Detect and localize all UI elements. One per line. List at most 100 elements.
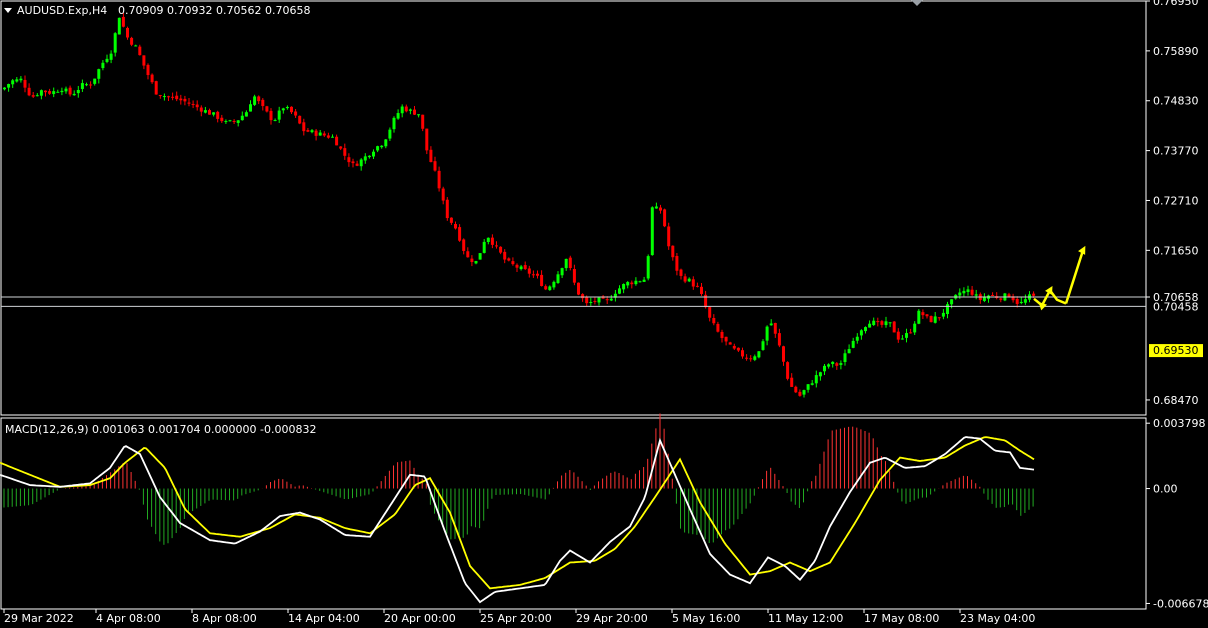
candle[interactable] [777,328,781,348]
candle[interactable] [900,335,904,340]
candle[interactable] [741,347,744,359]
candle[interactable] [23,75,27,93]
candle[interactable] [294,109,298,119]
candle[interactable] [868,320,872,328]
candle[interactable] [359,158,363,171]
candle[interactable] [757,351,761,359]
candle[interactable] [782,345,785,366]
candle[interactable] [618,285,621,295]
candle[interactable] [191,100,195,109]
candle[interactable] [113,32,117,57]
candle[interactable] [35,93,39,97]
candle[interactable] [39,89,43,100]
candle[interactable] [634,277,638,286]
candle[interactable] [667,222,671,250]
candle[interactable] [503,249,507,264]
candle[interactable] [839,360,843,370]
candle[interactable] [216,110,220,123]
candle[interactable] [847,344,851,354]
candle[interactable] [347,153,351,167]
candle[interactable] [531,270,535,278]
candle[interactable] [257,95,261,105]
candle[interactable] [937,317,941,321]
candle[interactable] [322,131,326,137]
candle[interactable] [577,282,580,296]
candle[interactable] [888,322,892,328]
candle[interactable] [642,276,646,282]
candle[interactable] [167,95,170,102]
candle[interactable] [433,156,437,172]
candle[interactable] [85,82,88,87]
candle[interactable] [449,217,453,225]
candle[interactable] [302,118,306,136]
candle[interactable] [265,105,269,113]
candle[interactable] [343,143,347,160]
candle[interactable] [732,343,736,350]
candle[interactable] [3,87,6,91]
candle[interactable] [101,60,105,71]
candle[interactable] [474,260,478,265]
candle[interactable] [572,264,576,286]
candle[interactable] [224,119,228,124]
candle[interactable] [339,146,343,151]
candle[interactable] [991,292,995,297]
candle[interactable] [527,265,531,278]
candle[interactable] [208,108,211,115]
candle[interactable] [126,26,129,40]
candle[interactable] [724,336,728,346]
candle[interactable] [44,90,47,97]
candle[interactable] [310,129,314,134]
candle[interactable] [564,258,568,271]
candle[interactable] [507,257,511,262]
candle[interactable] [773,322,777,338]
price-panel[interactable] [1,12,1146,398]
candle[interactable] [536,270,539,279]
candle[interactable] [663,208,667,228]
candle[interactable] [892,321,896,333]
candle[interactable] [593,297,597,305]
candle[interactable] [695,282,699,288]
candle[interactable] [597,297,601,306]
chart-canvas[interactable]: 0.76950 0.75890 0.74830 0.73770 0.72710 0.716… [0,0,1208,628]
candle[interactable] [285,105,289,110]
candle[interactable] [654,202,658,209]
candle[interactable] [445,197,449,221]
candle[interactable] [876,317,880,327]
candle[interactable] [814,370,818,388]
candle[interactable] [495,241,498,249]
candle[interactable] [490,234,494,249]
candle[interactable] [970,285,974,297]
candle[interactable] [720,329,724,343]
candle[interactable] [80,79,84,92]
candle[interactable] [421,114,425,132]
candle[interactable] [380,145,384,149]
candle[interactable] [700,283,703,296]
candle[interactable] [142,55,146,70]
candle[interactable] [376,145,380,153]
scroll-marker-icon[interactable] [911,0,923,6]
candle[interactable] [851,337,855,349]
chevron-down-icon[interactable] [4,8,12,13]
candle[interactable] [552,280,556,290]
candle[interactable] [105,54,109,64]
candle[interactable] [179,94,183,105]
candle[interactable] [314,128,318,141]
candle[interactable] [277,106,281,123]
candle[interactable] [761,339,765,351]
candle[interactable] [933,311,937,324]
candle[interactable] [736,347,740,353]
candle[interactable] [212,112,216,117]
candle[interactable] [786,361,790,381]
candle[interactable] [326,132,330,139]
candle[interactable] [946,301,949,319]
candle[interactable] [408,108,412,115]
candle[interactable] [691,276,695,290]
candle[interactable] [859,329,863,340]
candle[interactable] [905,328,908,343]
candle[interactable] [519,264,523,271]
candle[interactable] [355,160,359,167]
candle[interactable] [880,319,884,328]
candle[interactable] [544,284,548,291]
candle[interactable] [281,107,285,114]
candle[interactable] [679,268,683,280]
